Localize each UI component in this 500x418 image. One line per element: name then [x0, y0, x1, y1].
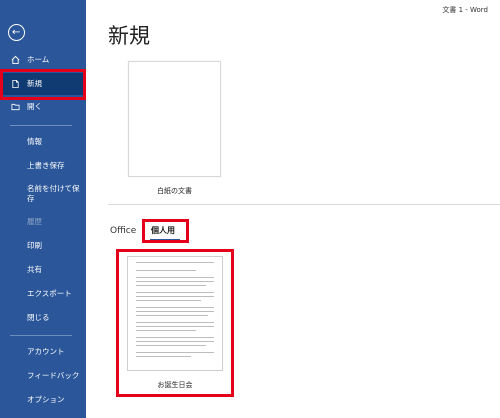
sidebar-item-export[interactable]: エクスポート — [0, 283, 86, 305]
sidebar-item-label: オプション — [27, 395, 65, 404]
home-icon — [11, 55, 20, 65]
sidebar-item-label: 開く — [27, 102, 42, 111]
sidebar-item-home[interactable]: ホーム — [0, 49, 86, 71]
sidebar-item-close[interactable]: 閉じる — [0, 307, 86, 329]
sidebar-item-label: 共有 — [27, 265, 42, 274]
sidebar-item-label: 新規 — [27, 79, 42, 88]
sidebar-item-history: 履歴 — [0, 211, 86, 233]
blank-document-label: 白紙の文書 — [157, 187, 192, 195]
highlight-personal-tab — [142, 219, 189, 243]
page-title: 新規 — [108, 24, 150, 48]
sidebar-item-label: 上書き保存 — [27, 161, 65, 170]
template-label: お誕生日会 — [157, 381, 193, 389]
sidebar-item-new[interactable]: 新規 — [0, 73, 86, 95]
template-preview-line — [136, 281, 214, 282]
open-folder-icon — [11, 103, 20, 111]
sidebar-item-print[interactable]: 印刷 — [0, 235, 86, 257]
sidebar-item-label: アカウント — [27, 347, 65, 356]
backstage-sidebar: ← ホーム 新規 開く 情報 上書き保存 名前を付けて保存 履歴 印刷 共有 エ… — [0, 0, 86, 418]
blank-document-thumbnail[interactable] — [128, 61, 221, 177]
section-divider — [108, 204, 500, 205]
template-preview-line — [136, 352, 214, 353]
template-preview-line — [136, 307, 214, 308]
template-preview-line — [136, 330, 196, 331]
sidebar-item-info[interactable]: 情報 — [0, 131, 86, 153]
template-preview-line — [136, 270, 196, 271]
sidebar-item-save-as[interactable]: 名前を付けて保存 — [0, 184, 86, 206]
template-preview-line — [136, 285, 206, 286]
template-preview-line — [136, 277, 214, 278]
sidebar-item-label: 情報 — [27, 137, 42, 146]
sidebar-item-options[interactable]: オプション — [0, 389, 86, 411]
sidebar-item-label: 印刷 — [27, 241, 42, 250]
back-arrow-icon: ← — [12, 27, 21, 38]
sidebar-item-label: フィードバック — [27, 371, 80, 380]
sidebar-item-label: エクスポート — [27, 289, 72, 298]
template-preview-line — [136, 311, 214, 312]
sidebar-item-label: 履歴 — [27, 217, 42, 226]
sidebar-item-share[interactable]: 共有 — [0, 259, 86, 281]
template-preview-line — [136, 326, 214, 327]
sidebar-item-account[interactable]: アカウント — [0, 341, 86, 363]
template-preview-line — [136, 292, 214, 293]
new-document-icon — [12, 79, 19, 89]
window-title: 文書 1 - Word — [442, 6, 488, 14]
sidebar-item-label: 閉じる — [27, 313, 50, 322]
tab-office[interactable]: Office — [110, 226, 136, 236]
template-preview-line — [136, 315, 208, 316]
template-preview-line — [136, 296, 214, 297]
template-preview-line — [136, 356, 191, 357]
template-preview-line — [136, 341, 214, 342]
back-button[interactable]: ← — [8, 24, 25, 41]
template-preview-line — [136, 337, 214, 338]
template-preview-line — [136, 322, 214, 323]
sidebar-item-save[interactable]: 上書き保存 — [0, 155, 86, 177]
sidebar-item-open[interactable]: 開く — [0, 96, 86, 118]
template-preview-line — [136, 300, 201, 301]
template-preview-line — [136, 345, 206, 346]
sidebar-item-label: ホーム — [27, 55, 50, 64]
template-preview-line — [136, 262, 214, 263]
template-thumbnail[interactable] — [127, 256, 223, 371]
sidebar-item-feedback[interactable]: フィードバック — [0, 365, 86, 387]
sidebar-divider — [10, 335, 72, 336]
sidebar-item-label: 名前を付けて保存 — [27, 184, 80, 203]
sidebar-divider — [10, 125, 72, 126]
